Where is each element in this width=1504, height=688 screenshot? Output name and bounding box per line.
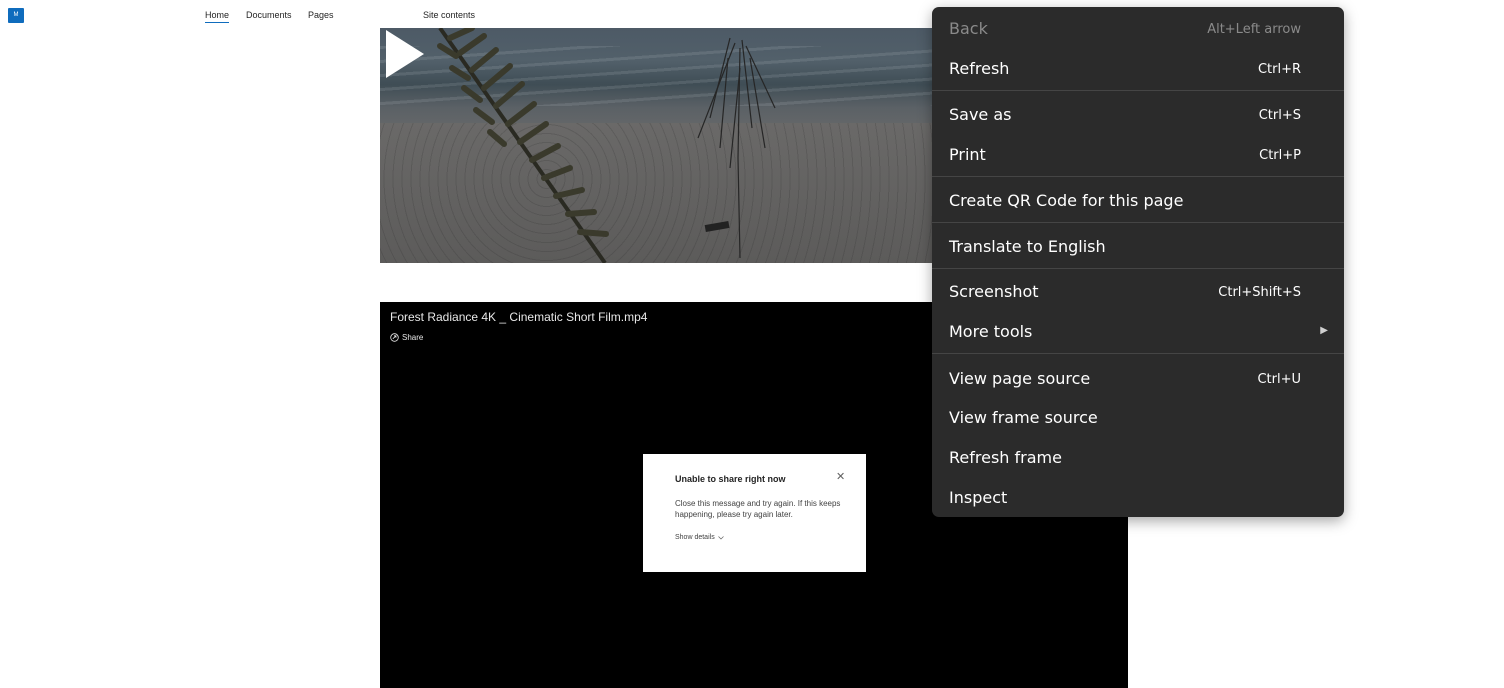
share-button[interactable]: Share	[390, 333, 423, 342]
nav-pages[interactable]: Pages	[308, 10, 334, 20]
share-error-dialog: Unable to share right now ✕ Close this m…	[643, 454, 866, 572]
menu-item-translate[interactable]: Translate to English	[932, 228, 1344, 264]
menu-item-create-qr-code[interactable]: Create QR Code for this page	[932, 182, 1344, 218]
nav-site-contents[interactable]: Site contents	[423, 10, 475, 20]
share-icon	[390, 333, 399, 342]
menu-shortcut: Ctrl+Shift+S	[1218, 285, 1301, 300]
menu-label: Print	[949, 145, 986, 164]
menu-label: Back	[949, 19, 988, 38]
menu-divider	[932, 90, 1344, 91]
menu-shortcut: Ctrl+R	[1257, 62, 1301, 77]
menu-item-more-tools[interactable]: More tools ▶	[932, 313, 1344, 349]
menu-label: Screenshot	[949, 282, 1039, 301]
share-label: Share	[402, 333, 424, 342]
dialog-message: Close this message and try again. If thi…	[675, 499, 841, 519]
nav-home[interactable]: Home	[205, 10, 230, 23]
menu-item-refresh-frame[interactable]: Refresh frame	[932, 439, 1344, 475]
show-details-label: Show details	[675, 534, 715, 541]
menu-item-back[interactable]: Back Alt+Left arrow	[932, 10, 1344, 46]
menu-shortcut: Ctrl+U	[1257, 372, 1301, 387]
menu-item-refresh[interactable]: Refresh Ctrl+R	[932, 50, 1344, 86]
menu-divider	[932, 353, 1344, 354]
menu-item-inspect[interactable]: Inspect	[932, 479, 1344, 515]
beach-video-player[interactable]	[380, 28, 935, 263]
chevron-down-icon	[717, 535, 724, 539]
submenu-arrow-icon: ▶	[1320, 325, 1328, 336]
menu-label: Create QR Code for this page	[949, 191, 1184, 210]
browser-context-menu: Back Alt+Left arrow Refresh Ctrl+R Save …	[932, 7, 1344, 517]
palm-fronds-image	[437, 28, 776, 263]
menu-label: View page source	[949, 369, 1091, 388]
menu-divider	[932, 268, 1344, 269]
menu-item-save-as[interactable]: Save as Ctrl+S	[932, 96, 1344, 132]
menu-label: Refresh frame	[949, 448, 1062, 467]
top-navigation: Home Documents Pages Site contents	[0, 0, 930, 30]
menu-label: Refresh	[949, 59, 1010, 78]
menu-shortcut: Ctrl+P	[1259, 148, 1301, 163]
play-icon[interactable]	[380, 28, 428, 80]
menu-shortcut: Alt+Left arrow	[1207, 22, 1301, 37]
menu-item-print[interactable]: Print Ctrl+P	[932, 136, 1344, 172]
nav-documents[interactable]: Documents	[246, 10, 292, 20]
menu-item-view-page-source[interactable]: View page source Ctrl+U	[932, 360, 1344, 396]
menu-divider	[932, 176, 1344, 177]
menu-label: Save as	[949, 105, 1012, 124]
video-title: Forest Radiance 4K _ Cinematic Short Fil…	[390, 310, 648, 324]
menu-label: Inspect	[949, 488, 1008, 507]
show-details-button[interactable]: Show details	[675, 534, 724, 541]
menu-shortcut: Ctrl+S	[1258, 108, 1301, 123]
menu-item-view-frame-source[interactable]: View frame source	[932, 399, 1344, 435]
menu-label: More tools	[949, 322, 1033, 341]
close-icon[interactable]: ✕	[836, 472, 845, 483]
dialog-title: Unable to share right now	[675, 474, 786, 484]
menu-label: View frame source	[949, 408, 1098, 427]
menu-divider	[932, 222, 1344, 223]
menu-item-screenshot[interactable]: Screenshot Ctrl+Shift+S	[932, 273, 1344, 309]
menu-label: Translate to English	[949, 237, 1106, 256]
